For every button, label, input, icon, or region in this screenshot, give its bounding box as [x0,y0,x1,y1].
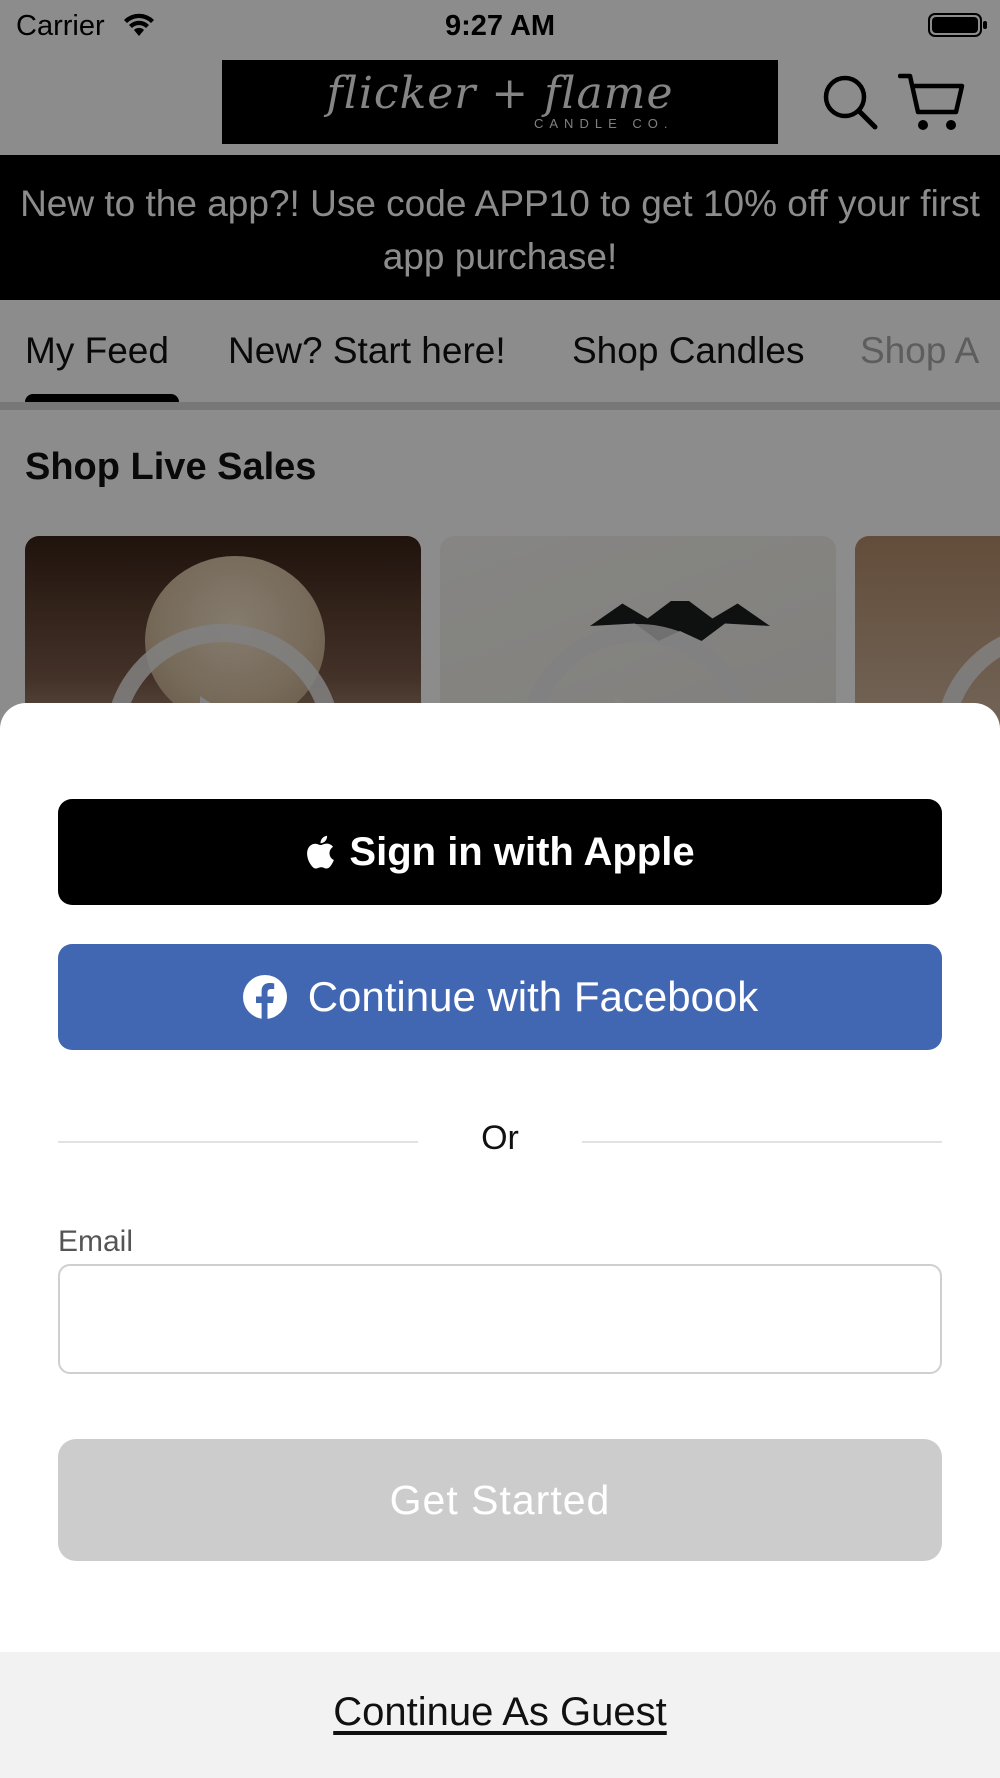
get-started-button[interactable]: Get Started [58,1439,942,1561]
divider-or-text: Or [481,1119,519,1157]
continue-as-guest-link[interactable]: Continue As Guest [0,1690,1000,1735]
guest-bar: Continue As Guest [0,1652,1000,1778]
get-started-label: Get Started [389,1476,611,1523]
email-label: Email [58,1225,134,1258]
facebook-icon [242,975,287,1020]
sign-in-with-apple-button[interactable]: Sign in with Apple [58,799,942,905]
email-input[interactable] [58,1264,942,1374]
divider-line [582,1141,942,1143]
app-screen: Carrier 9:27 AM flicker + flame CANDLE C… [0,0,1000,1778]
apple-button-label: Sign in with Apple [349,829,695,874]
continue-with-facebook-button[interactable]: Continue with Facebook [58,944,942,1050]
facebook-button-label: Continue with Facebook [307,973,759,1020]
sign-in-sheet: Sign in with Apple Continue with Faceboo… [0,703,1000,1778]
apple-icon [307,835,335,869]
